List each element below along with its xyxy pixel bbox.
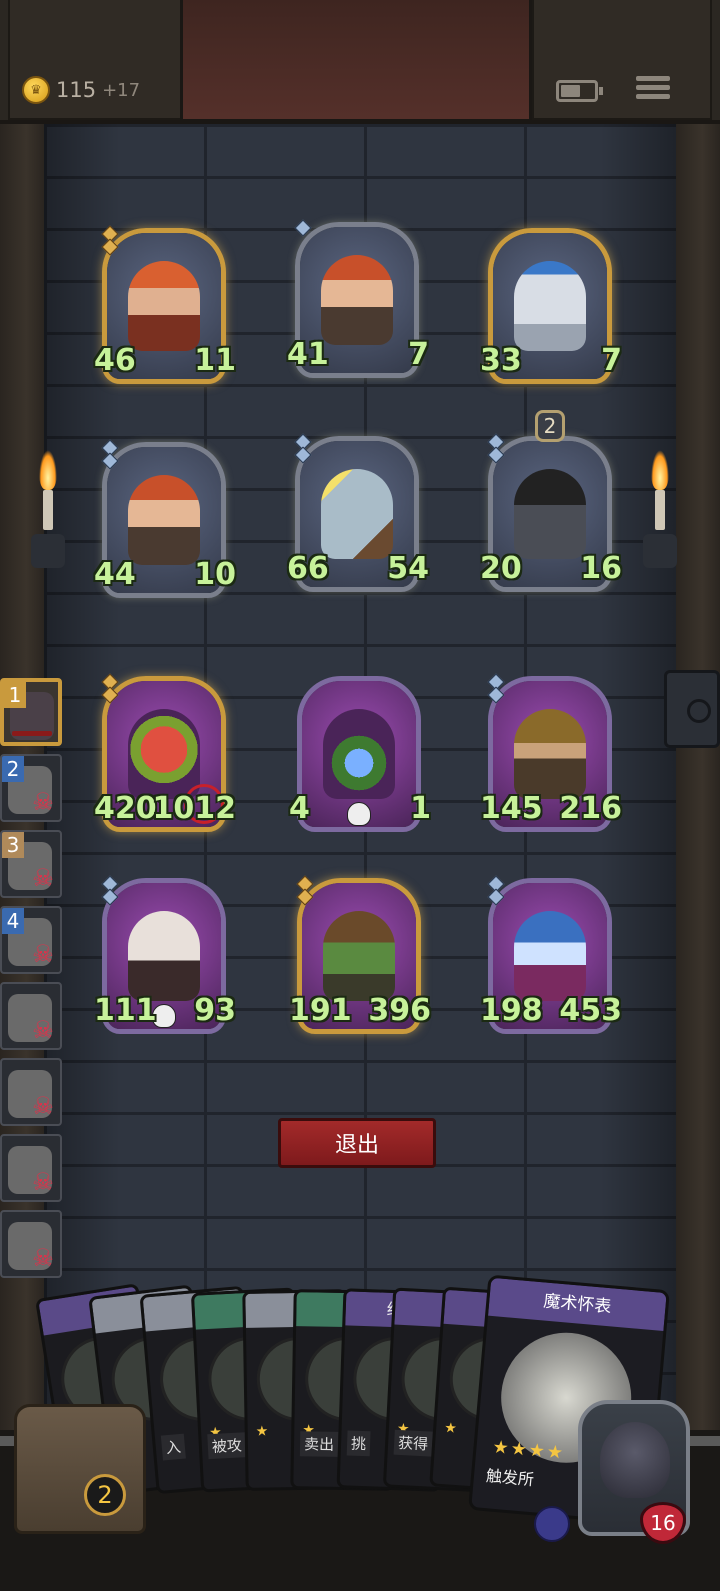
- card-label: 获得: [393, 1429, 433, 1457]
- side-latch: [664, 670, 720, 748]
- unit-health: 7: [385, 337, 429, 378]
- right-frame: [673, 0, 720, 1591]
- unit-attack: 46: [94, 343, 138, 384]
- unit-level-badge: 2: [535, 410, 565, 442]
- opponent-slot[interactable]: 4 ☠: [0, 906, 62, 974]
- card-label: 被攻: [207, 1432, 247, 1460]
- unit-attack: 44: [94, 557, 138, 598]
- unit-health: 216: [559, 791, 622, 832]
- enemy-unit[interactable]: 4 1: [289, 676, 431, 840]
- gold-income: +17: [102, 79, 141, 101]
- opponent-slot[interactable]: ☠: [0, 1058, 62, 1126]
- enemy-unit[interactable]: 111 93: [94, 875, 236, 1042]
- skull-crossbones-icon: ☠: [32, 1016, 54, 1044]
- unit-attack: 420: [94, 791, 157, 832]
- opponent-slot[interactable]: 3 ☠: [0, 830, 62, 898]
- dungeon-door: [180, 0, 532, 122]
- unit-attack: 111: [94, 993, 157, 1034]
- unit-health: 10: [192, 557, 236, 598]
- crown-coin-icon: ♛: [22, 76, 50, 104]
- exit-button[interactable]: 退出: [278, 1118, 436, 1168]
- card-label: 入: [160, 1433, 186, 1461]
- unit-attack: 33: [480, 343, 524, 384]
- skull-icon: [347, 802, 371, 826]
- enemy-unit[interactable]: 191 396: [289, 875, 431, 1042]
- battery-icon: [556, 80, 603, 102]
- top-panel-right: [532, 0, 712, 120]
- owl-icon: [600, 1422, 670, 1498]
- unit-attack: 191: [289, 993, 352, 1034]
- unit-health: 93: [192, 993, 236, 1034]
- unit-attack: 20: [480, 551, 524, 592]
- ally-unit[interactable]: 41 7: [287, 219, 429, 386]
- opponent-slot[interactable]: ☠: [0, 1134, 62, 1202]
- enemy-unit[interactable]: 420 1012: [94, 673, 236, 840]
- slot-number: 2: [2, 756, 24, 782]
- unit-attack: 198: [480, 993, 543, 1034]
- ally-unit[interactable]: 66 54: [287, 433, 429, 600]
- unit-health: 54: [385, 551, 429, 592]
- unit-attack: 66: [287, 551, 331, 592]
- top-bar: ♛ 115 +17: [0, 0, 720, 124]
- opponent-sidebar: 1 2 ☠ 3 ☠ 4 ☠ ☠ ☠ ☠ ☠: [0, 678, 68, 1286]
- card-description: 触发所: [485, 1466, 535, 1490]
- chest-count: 2: [84, 1474, 126, 1516]
- skull-crossbones-icon: ☠: [32, 864, 54, 892]
- ally-unit[interactable]: 46 11: [94, 225, 236, 392]
- unit-health: 7: [578, 343, 622, 384]
- unit-health: 396: [368, 993, 431, 1034]
- unit-health: 11: [192, 343, 236, 384]
- skull-crossbones-icon: ☠: [32, 940, 54, 968]
- torch-icon: [31, 450, 65, 570]
- unit-health: 16: [578, 551, 622, 592]
- treasure-chest-button[interactable]: [14, 1404, 146, 1534]
- unit-attack: 41: [287, 337, 331, 378]
- slot-number: 3: [2, 832, 24, 858]
- unit-health: 1: [387, 791, 431, 832]
- card-label: 卖出: [299, 1431, 339, 1457]
- torch-icon: [643, 450, 677, 570]
- ally-unit[interactable]: 33 7: [480, 228, 622, 392]
- slot-number: 1: [4, 682, 26, 708]
- skull-crossbones-icon: ☠: [32, 1244, 54, 1272]
- unit-attack: 4: [289, 791, 333, 832]
- opponent-slot[interactable]: ☠: [0, 1210, 62, 1278]
- skull-crossbones-icon: ☠: [32, 788, 54, 816]
- opponent-slot[interactable]: 1: [0, 678, 62, 746]
- menu-button[interactable]: [636, 72, 670, 106]
- gold-counter: ♛ 115 +17: [22, 76, 140, 104]
- unit-attack: 145: [480, 791, 543, 832]
- skull-crossbones-icon: ☠: [32, 1168, 54, 1196]
- ally-unit[interactable]: 44 10: [94, 439, 236, 606]
- enemy-unit[interactable]: 145 216: [480, 673, 622, 840]
- shield-icon: [534, 1506, 570, 1542]
- enemy-unit[interactable]: 198 453: [480, 875, 622, 1042]
- gold-amount: 115: [56, 78, 97, 102]
- skull-crossbones-icon: ☠: [32, 1092, 54, 1120]
- opponent-slot[interactable]: 2 ☠: [0, 754, 62, 822]
- card-label: 挑: [346, 1430, 371, 1457]
- opponent-slot[interactable]: ☠: [0, 982, 62, 1050]
- ally-unit[interactable]: 2 20 16: [480, 410, 622, 600]
- unit-health: 453: [559, 993, 622, 1034]
- slot-number: 4: [2, 908, 24, 934]
- unit-health: 1012: [152, 791, 236, 832]
